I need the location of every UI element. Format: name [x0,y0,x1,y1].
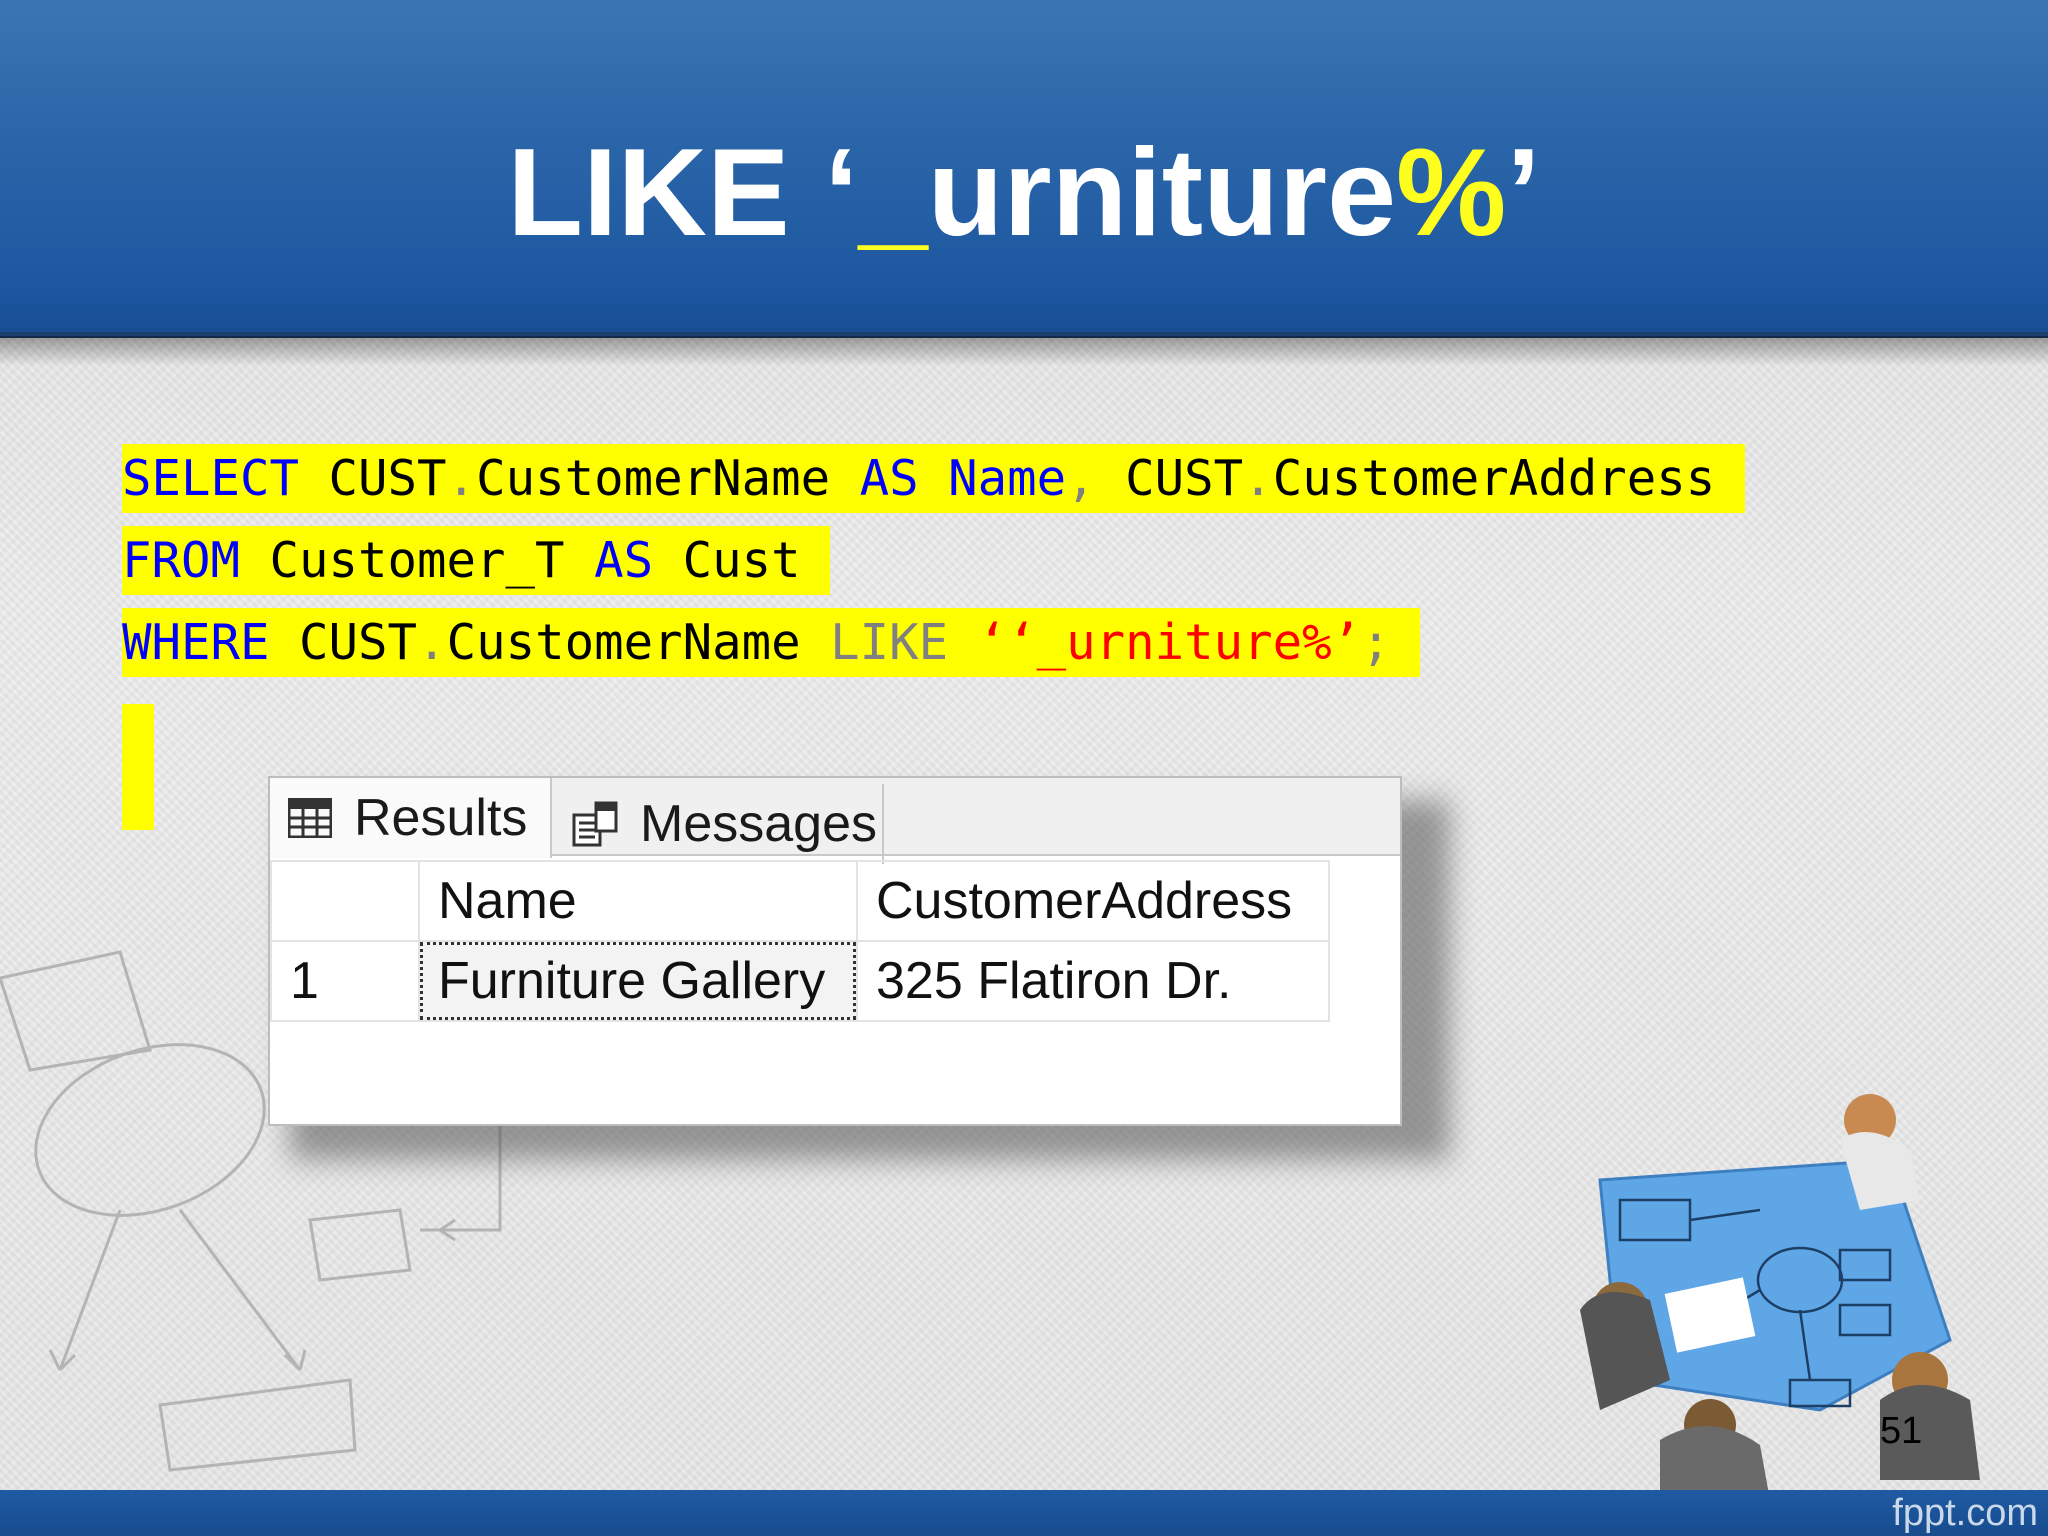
row-number-cell[interactable]: 1 [270,940,420,1022]
column-header-name[interactable]: Name [418,860,858,942]
footer-bar [0,1490,2048,1536]
sql-line-from: FROM Customer_T AS Cust [122,520,1745,602]
sql-line-where: WHERE CUST.CustomerName LIKE ‘‘_urniture… [122,602,1745,684]
results-header-row: Name CustomerAddress [270,860,1330,942]
results-tab-bar: Results Messages [270,778,1400,864]
results-panel: Results Messages Name CustomerAddress 1 … [268,776,1402,1126]
brand-watermark: fppt.com [1892,1492,2038,1534]
tab-messages-label: Messages [640,795,877,853]
sql-query: SELECT CUST.CustomerName AS Name, CUST.C… [122,438,1745,684]
messages-icon [572,801,618,847]
column-header-customeraddress[interactable]: CustomerAddress [856,860,1330,942]
page-number: 51 [1880,1410,1923,1452]
row-number-header[interactable] [270,860,420,942]
name-cell[interactable]: Furniture Gallery [418,940,858,1022]
grid-icon [288,798,332,838]
title-banner-shadow [0,336,2048,366]
slide-title: LIKE ‘_urniture%’ [507,124,1541,262]
table-row: 1 Furniture Gallery 325 Flatiron Dr. [270,940,1330,1022]
tab-messages[interactable]: Messages [554,784,884,864]
tab-results[interactable]: Results [270,778,552,858]
team-meeting-illustration [1580,1094,1980,1500]
address-cell[interactable]: 325 Flatiron Dr. [856,940,1330,1022]
tab-results-label: Results [354,789,528,847]
editor-cursor-highlight [122,704,154,830]
results-grid: Name CustomerAddress 1 Furniture Gallery… [270,860,1330,1022]
sql-line-select: SELECT CUST.CustomerName AS Name, CUST.C… [122,438,1745,520]
